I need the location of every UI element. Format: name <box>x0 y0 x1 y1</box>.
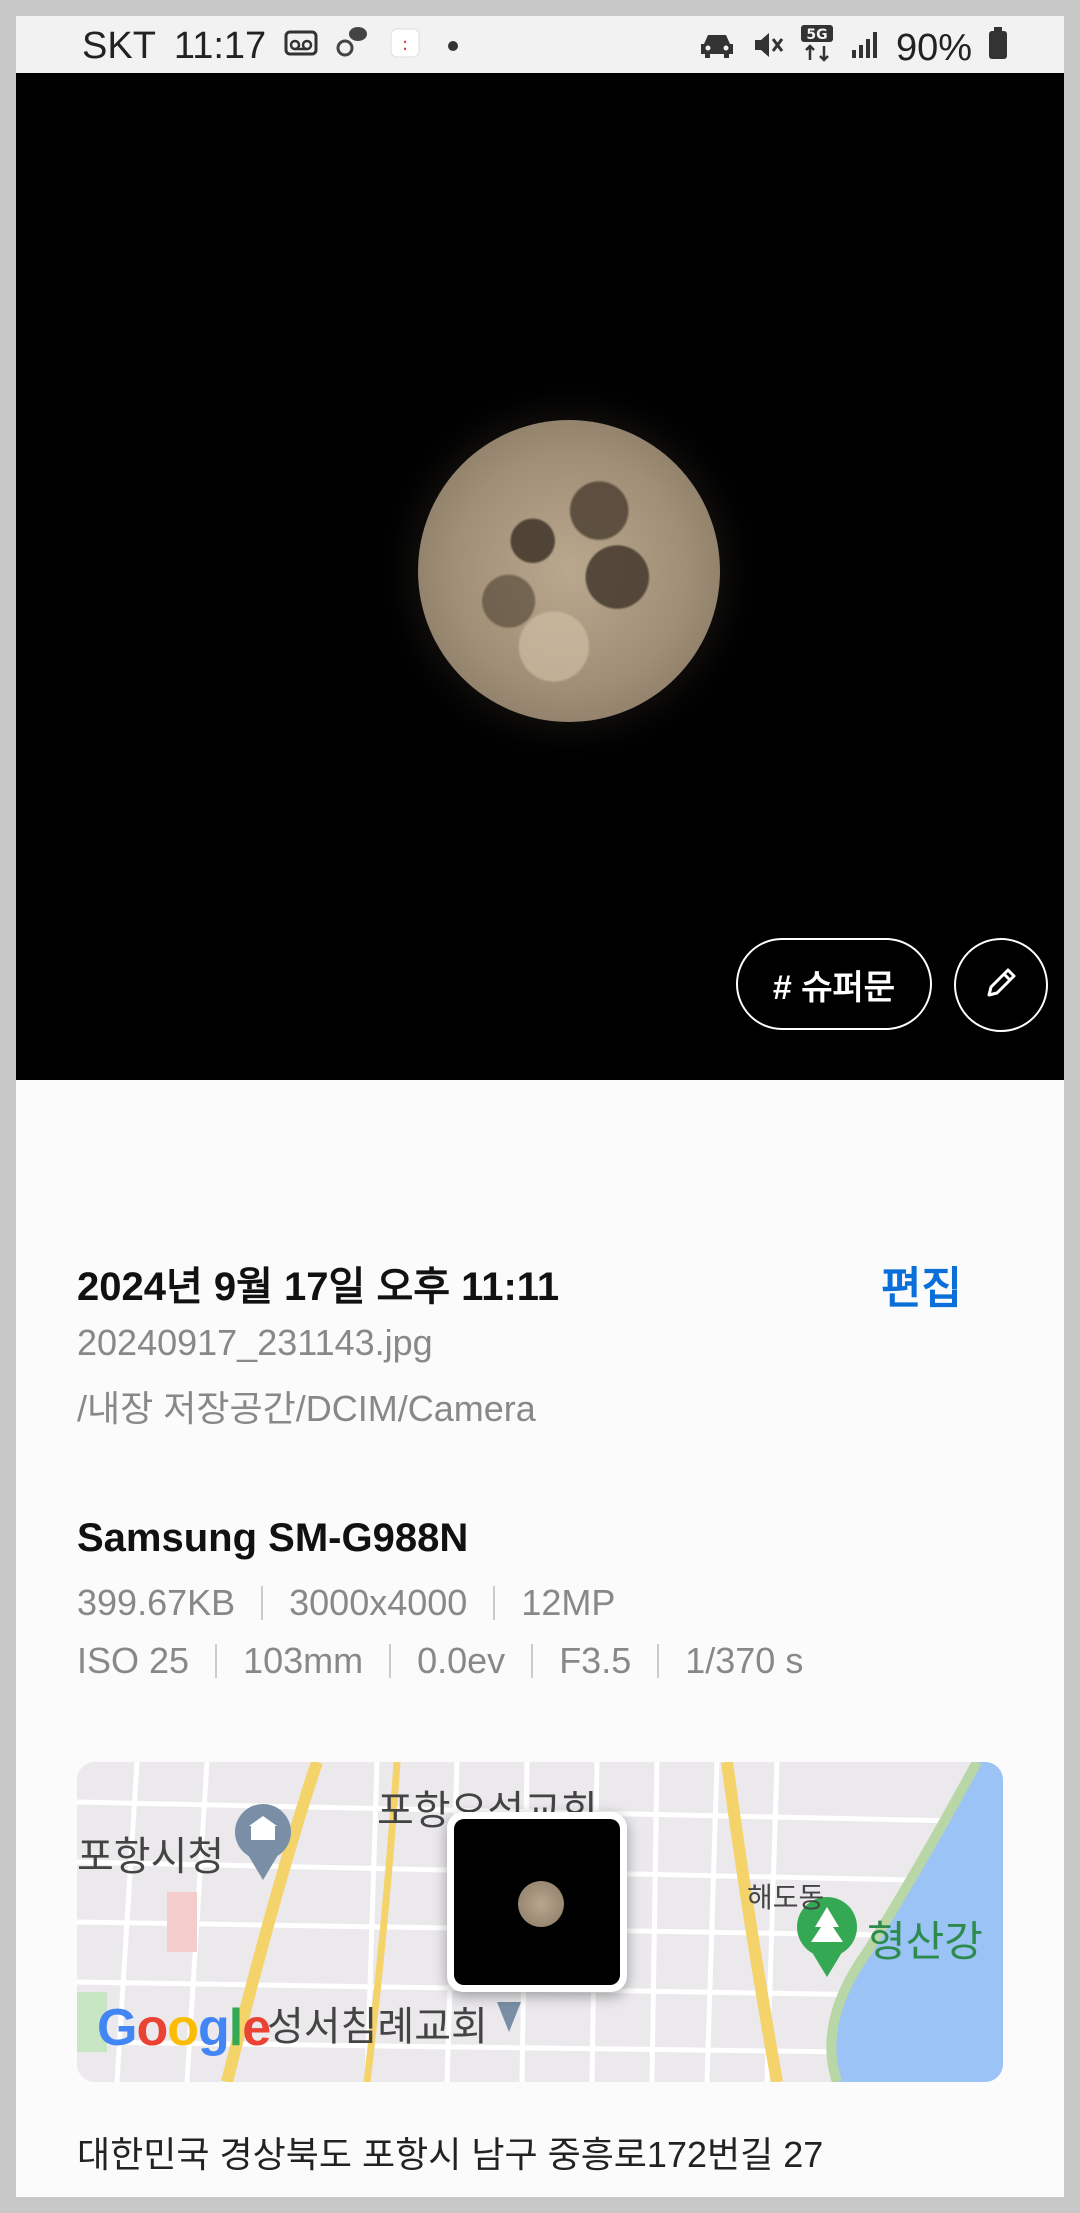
network-5g-icon: 5G <box>800 24 834 72</box>
divider <box>215 1644 218 1678</box>
tag-button[interactable]: # 슈퍼문 <box>736 938 932 1030</box>
voicemail-icon <box>284 25 318 68</box>
edit-tag-button[interactable] <box>954 938 1048 1032</box>
battery-label: 90% <box>895 26 972 69</box>
location-address: 대한민국 경상북도 포항시 남구 중흥로172번길 27 <box>77 2134 824 2175</box>
divider <box>657 1644 660 1678</box>
carrier-label: SKT <box>82 24 156 67</box>
exposure-value: 0.0ev <box>417 1640 506 1681</box>
edit-details-button[interactable]: 편집 <box>881 1252 962 1316</box>
divider <box>493 1586 496 1620</box>
iso: ISO 25 <box>77 1640 190 1681</box>
app-notification-icon: : <box>390 25 420 68</box>
photo-image <box>418 420 720 722</box>
map-label-church-bottom: 성서침례교회 <box>267 2005 488 2049</box>
map-label-city-hall: 포항시청 <box>77 1835 225 1879</box>
divider <box>389 1644 392 1678</box>
map-label-river: 형산강 <box>867 1918 983 1965</box>
file-name: 20240917_231143.jpg <box>77 1322 433 1363</box>
location-map[interactable]: 포항시청 포항오성교회 해도동 형산강 성서침례교회 Google <box>77 1762 1003 2082</box>
car-mode-icon <box>698 27 736 70</box>
divider <box>261 1586 264 1620</box>
map-photo-marker[interactable] <box>447 1812 627 1992</box>
activity-icon <box>336 24 372 68</box>
file-size: 399.67KB <box>77 1582 236 1623</box>
thumbnail-moon <box>518 1881 564 1927</box>
camera-specs: ISO 25 103mm 0.0ev F3.5 1/370 s <box>77 1640 803 1682</box>
google-logo: Google <box>97 1999 271 2057</box>
aperture: F3.5 <box>559 1640 632 1681</box>
svg-text:5G: 5G <box>806 27 827 43</box>
megapixels: 12MP <box>521 1582 616 1623</box>
file-path: /내장 저장공간/DCIM/Camera <box>77 1388 536 1429</box>
pencil-icon <box>981 963 1021 1008</box>
clock-label: 11:17 <box>173 24 267 67</box>
tag-label: # 슈퍼문 <box>772 968 896 1007</box>
file-specs: 399.67KB 3000x4000 12MP <box>77 1582 615 1624</box>
battery-icon <box>988 26 1008 70</box>
resolution: 3000x4000 <box>289 1582 468 1623</box>
svg-text::: : <box>402 34 408 55</box>
focal-length: 103mm <box>243 1640 364 1681</box>
signal-icon <box>850 27 880 70</box>
notification-dot-icon <box>448 41 459 51</box>
photo-date: 2024년 9월 17일 오후 11:11 <box>77 1265 560 1309</box>
gallery-detail-screen: SKT 11:17 : 5G 90% # 슈퍼문 2024년 9월 17일 오후… <box>16 16 1064 2197</box>
shutter-speed: 1/370 s <box>685 1640 804 1681</box>
photo-viewer[interactable]: # 슈퍼문 <box>16 73 1064 1080</box>
device-name: Samsung SM-G988N <box>77 1516 469 1560</box>
map-photo-thumbnail <box>454 1819 620 1985</box>
mute-icon <box>752 27 784 70</box>
map-label-district: 해도동 <box>747 1882 825 1913</box>
divider <box>531 1644 534 1678</box>
status-bar: SKT 11:17 : 5G 90% <box>16 16 1064 73</box>
